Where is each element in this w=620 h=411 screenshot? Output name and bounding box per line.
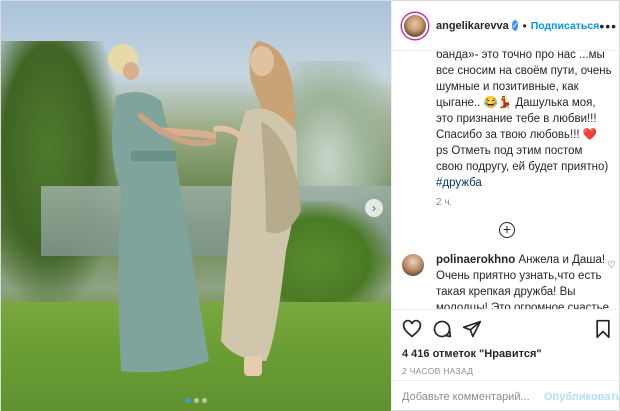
carousel-indicator bbox=[1, 392, 391, 406]
heart-emoji: ❤️ bbox=[582, 129, 598, 141]
load-more-comments[interactable]: + bbox=[402, 222, 612, 238]
username[interactable]: angelikarevva bbox=[436, 20, 509, 32]
instagram-post: › angelikarevva ✓ • Подписаться ••• банд… bbox=[0, 0, 620, 411]
caption-time: 2 ч. bbox=[436, 197, 453, 208]
more-options-icon[interactable]: ••• bbox=[599, 18, 617, 34]
carousel-dot bbox=[201, 398, 207, 403]
comment-input[interactable] bbox=[402, 390, 544, 403]
photo-woman-right bbox=[213, 41, 301, 376]
like-small-icon[interactable]: ♡ bbox=[607, 258, 616, 274]
post-timestamp: 2 ЧАСОВ НАЗАД bbox=[402, 366, 474, 376]
caption-text-3: ps Отметь под этим постом свою подругу, … bbox=[436, 145, 609, 173]
carousel-dot bbox=[193, 398, 199, 403]
comment-username[interactable]: polinaerokhno bbox=[436, 254, 515, 266]
photo-woman-left bbox=[108, 44, 216, 373]
add-comment-bar: Опубликовать bbox=[392, 380, 620, 411]
caption-emoji: 😂💃 bbox=[483, 97, 513, 109]
plus-circle-icon[interactable]: + bbox=[499, 222, 515, 238]
heart-icon[interactable] bbox=[402, 319, 422, 339]
publish-button[interactable]: Опубликовать bbox=[544, 391, 620, 403]
post-header: angelikarevva ✓ • Подписаться ••• bbox=[392, 1, 620, 51]
comment-item: polinaerokhno Анжела и Даша! Очень прият… bbox=[402, 252, 616, 309]
post-actions: 4 416 отметок "Нравится" 2 ЧАСОВ НАЗАД bbox=[392, 309, 620, 376]
save-icon[interactable] bbox=[594, 319, 612, 339]
hashtag-link[interactable]: #дружба bbox=[436, 177, 482, 189]
next-photo-button[interactable]: › bbox=[365, 199, 383, 217]
likes-number: 4 416 bbox=[402, 348, 430, 360]
share-icon[interactable] bbox=[462, 319, 482, 339]
follow-button[interactable]: Подписаться bbox=[531, 20, 600, 32]
avatar-image bbox=[404, 14, 426, 37]
post-photo[interactable]: › bbox=[1, 1, 391, 411]
post-sidebar: angelikarevva ✓ • Подписаться ••• банда»… bbox=[391, 1, 620, 411]
carousel-dot bbox=[185, 398, 191, 403]
action-icons bbox=[402, 318, 612, 340]
likes-label: отметок "Нравится" bbox=[432, 348, 542, 360]
comment-icon[interactable] bbox=[432, 319, 452, 339]
separator-dot: • bbox=[522, 18, 527, 33]
post-caption: банда»- это точно про нас ...мы все снос… bbox=[436, 51, 612, 191]
likes-count[interactable]: 4 416 отметок "Нравится" bbox=[402, 348, 612, 360]
avatar[interactable] bbox=[402, 12, 428, 39]
verified-icon: ✓ bbox=[511, 20, 519, 31]
comment-avatar[interactable] bbox=[402, 254, 424, 276]
comments-section[interactable]: банда»- это точно про нас ...мы все снос… bbox=[392, 51, 620, 309]
